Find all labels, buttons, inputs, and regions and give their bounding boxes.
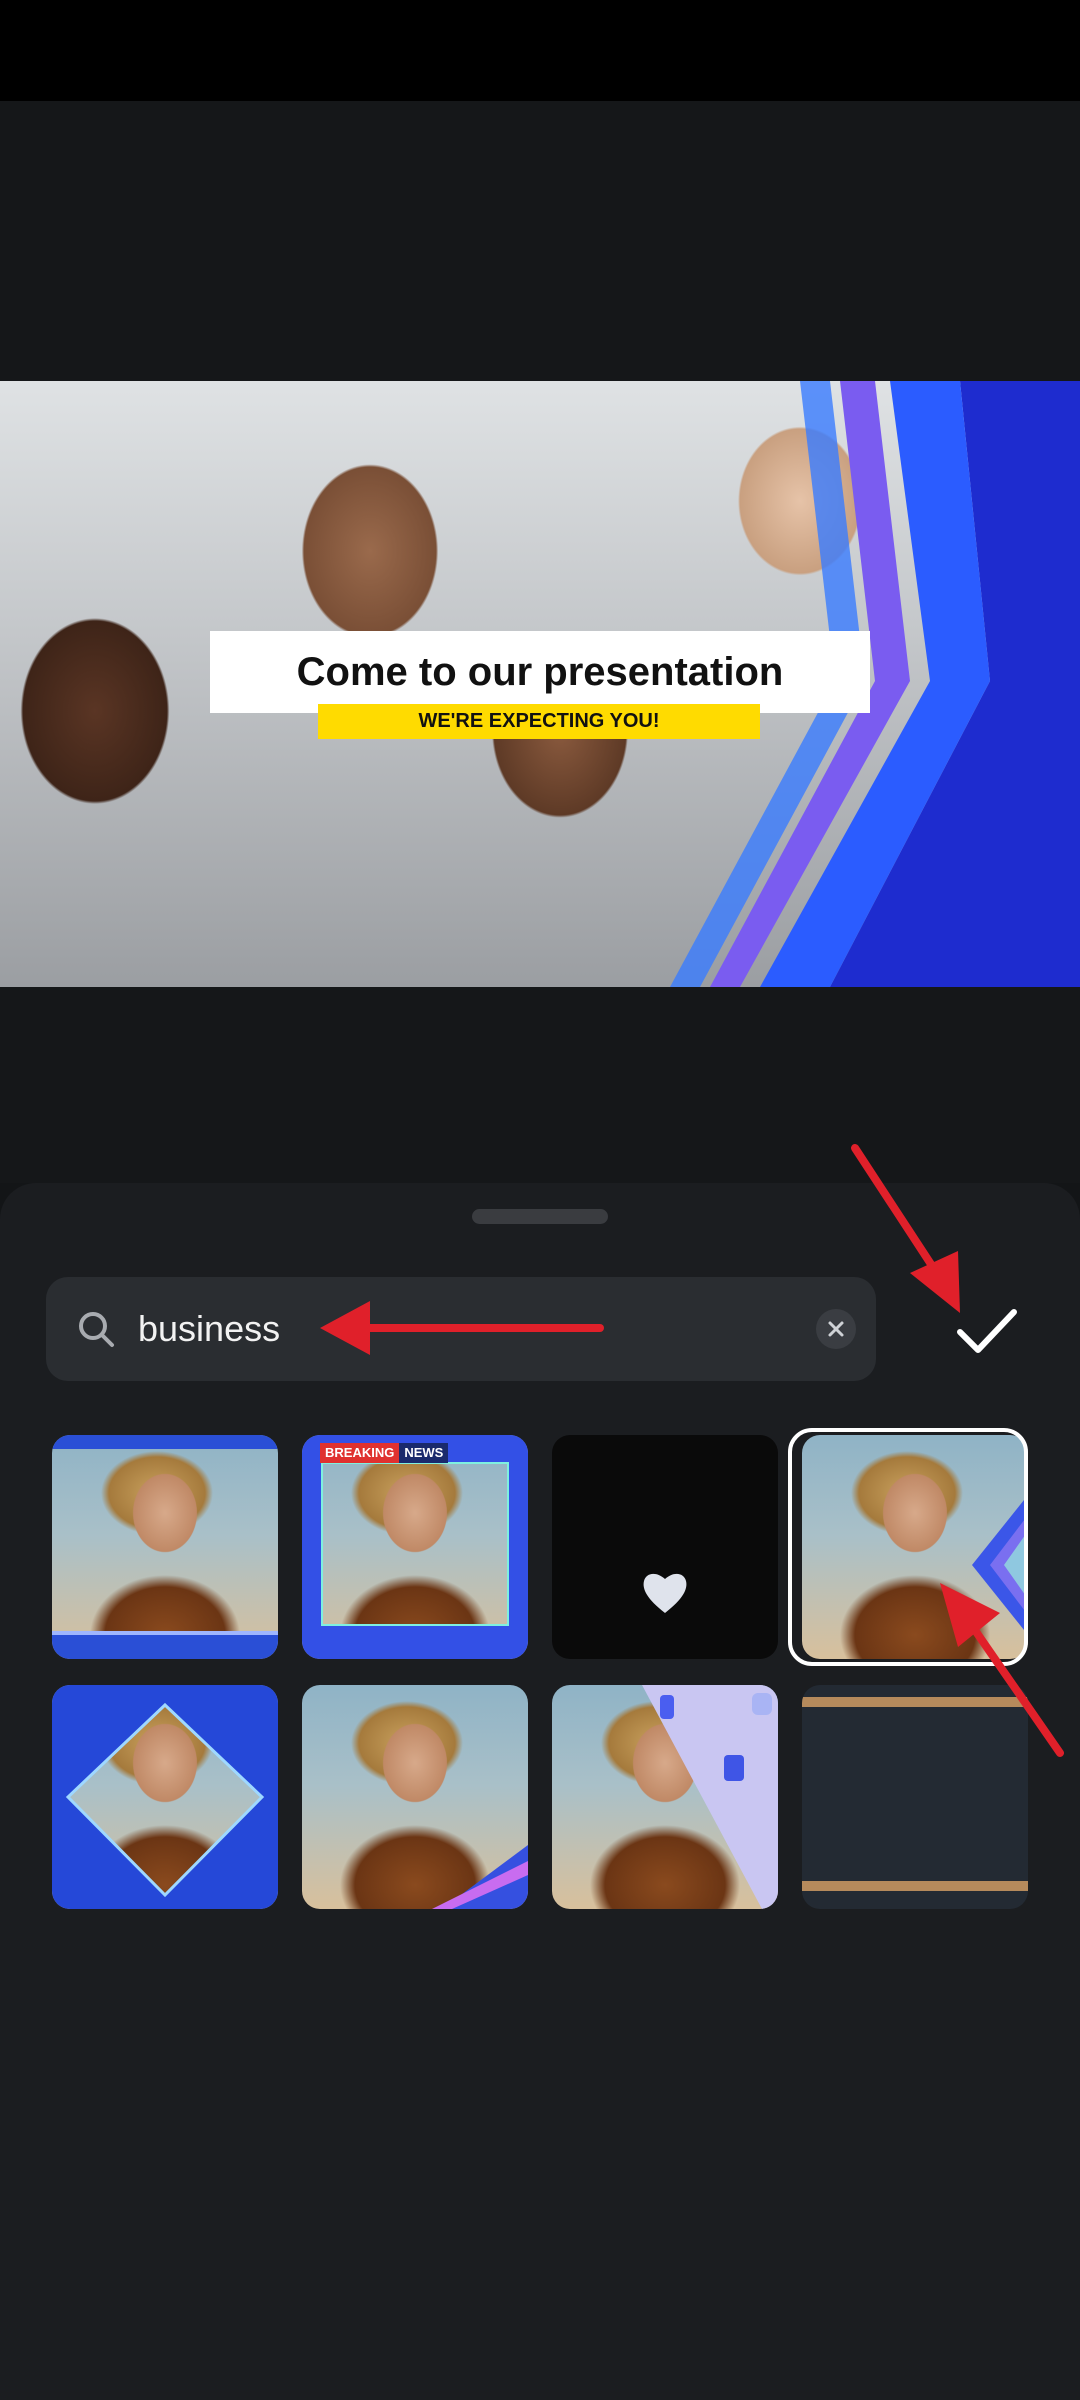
status-bar bbox=[0, 0, 1080, 101]
preview-area: Come to our presentation WE'RE EXPECTING… bbox=[0, 101, 1080, 1259]
breaking-label: BREAKING bbox=[320, 1443, 400, 1463]
diamond-overlay bbox=[52, 1685, 278, 1909]
breaking-news-badge: BREAKING NEWS bbox=[320, 1443, 449, 1463]
template-sheet: BREAKING NEWS bbox=[0, 1144, 1080, 2400]
presentation-title: Come to our presentation bbox=[210, 631, 870, 713]
heart-icon bbox=[643, 1573, 687, 1613]
purple-3d-overlay bbox=[642, 1685, 778, 1909]
blue-frame-overlay bbox=[52, 1435, 278, 1659]
template-thumb-5[interactable] bbox=[52, 1685, 278, 1909]
drag-handle[interactable] bbox=[472, 1209, 608, 1224]
presentation-subtitle: WE'RE EXPECTING YOU! bbox=[318, 704, 760, 739]
video-preview[interactable]: Come to our presentation WE'RE EXPECTING… bbox=[0, 381, 1080, 987]
template-thumb-2[interactable]: BREAKING NEWS bbox=[302, 1435, 528, 1659]
template-thumb-1[interactable] bbox=[52, 1435, 278, 1659]
template-thumb-7[interactable] bbox=[552, 1685, 778, 1909]
template-thumb-3[interactable] bbox=[552, 1435, 778, 1659]
search-icon bbox=[79, 1312, 114, 1347]
news-label: NEWS bbox=[399, 1443, 449, 1463]
arrow-annotation-search bbox=[320, 1301, 604, 1355]
arrow-annotation-confirm bbox=[851, 1144, 960, 1313]
corner-overlay bbox=[432, 1845, 528, 1909]
arrow-annotation-thumbnail bbox=[940, 1583, 1064, 1757]
template-thumb-6[interactable] bbox=[302, 1685, 528, 1909]
news-frame-overlay bbox=[302, 1435, 528, 1659]
